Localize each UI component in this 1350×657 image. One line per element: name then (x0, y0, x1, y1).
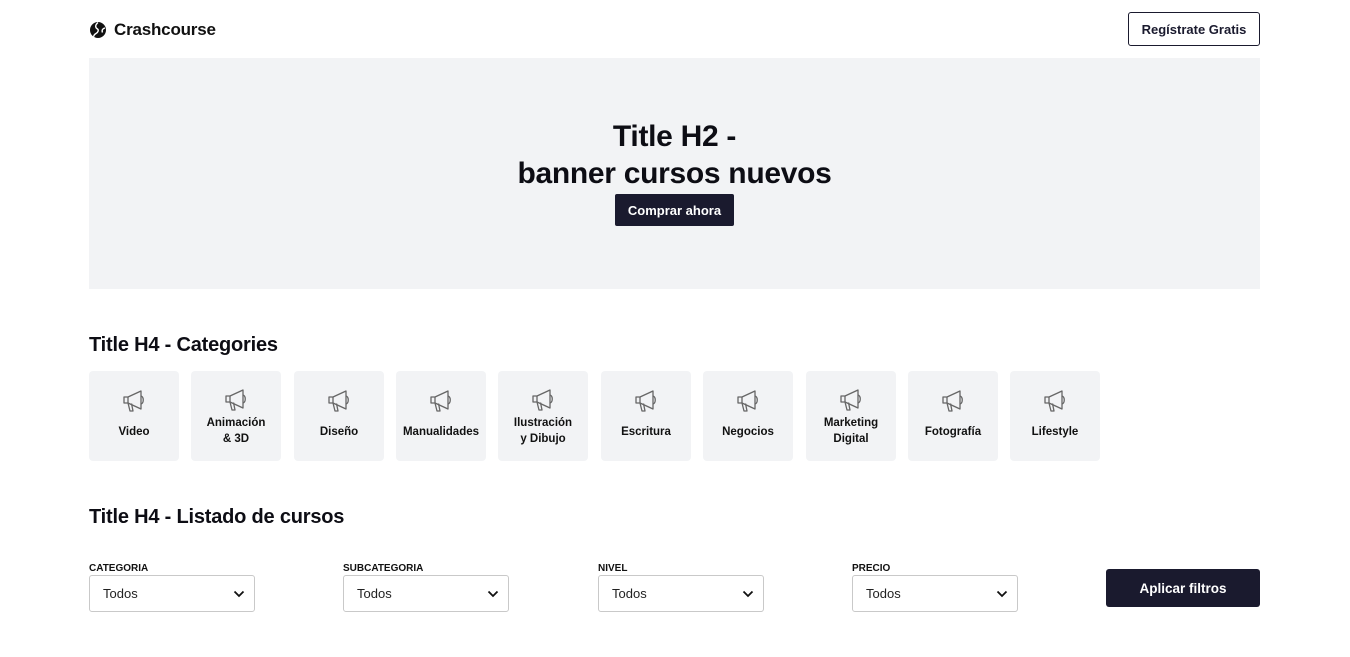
logo-text: Crashcourse (114, 20, 216, 39)
megaphone-icon (635, 390, 656, 412)
category-label-line-1: Escritura (621, 426, 671, 438)
category-label: Marketing Digital (824, 415, 878, 447)
category-label-line-1: Animación (206, 417, 266, 429)
filter-categoria: CATEGORIA Todos (89, 563, 255, 612)
category-card[interactable]: Video (89, 371, 179, 461)
chevron-down-icon (996, 590, 1008, 597)
category-label: Fotografía (925, 424, 981, 440)
megaphone-icon (840, 389, 861, 411)
buy-now-button[interactable]: Comprar ahora (615, 194, 734, 226)
filter-label: CATEGORIA (89, 563, 149, 574)
filter-label: NIVEL (598, 563, 628, 574)
category-label: Ilustración y Dibujo (514, 415, 572, 447)
category-card[interactable]: Lifestyle (1010, 371, 1100, 461)
chevron-down-icon (487, 590, 499, 597)
select-value: Todos (612, 586, 647, 601)
chevron-down-icon (233, 590, 245, 597)
category-label-line-1: Negocios (722, 426, 774, 438)
megaphone-icon (225, 389, 246, 411)
filter-precio: PRECIO Todos (852, 563, 1018, 612)
filter-label: PRECIO (852, 563, 891, 574)
category-label-line-1: Video (118, 426, 150, 438)
megaphone-icon (123, 390, 144, 412)
register-button[interactable]: Regístrate Gratis (1128, 12, 1260, 46)
category-card[interactable]: Manualidades (396, 371, 486, 461)
subcategoria-select[interactable]: Todos (343, 575, 509, 612)
categories-title: Title H4 - Categories (89, 334, 278, 356)
chevron-down-icon (742, 590, 754, 597)
megaphone-icon (737, 390, 758, 412)
filter-subcategoria: SUBCATEGORIA Todos (343, 563, 509, 612)
megaphone-icon (1044, 390, 1065, 412)
site-header: Crashcourse Regístrate Gratis (89, 12, 1260, 46)
category-label-line-1: Marketing (823, 417, 879, 429)
category-card[interactable]: Fotografía (908, 371, 998, 461)
category-label: Diseño (320, 424, 358, 440)
select-value: Todos (866, 586, 901, 601)
category-card[interactable]: Ilustración y Dibujo (498, 371, 588, 461)
apply-filters-button[interactable]: Aplicar filtros (1106, 569, 1260, 607)
megaphone-icon (328, 390, 349, 412)
courses-list-title: Title H4 - Listado de cursos (89, 506, 345, 528)
precio-select[interactable]: Todos (852, 575, 1018, 612)
category-label-line-2: y Dibujo (520, 433, 566, 445)
category-label: Manualidades (403, 424, 479, 440)
globe-icon (90, 21, 106, 38)
category-card[interactable]: Escritura (601, 371, 691, 461)
nivel-select[interactable]: Todos (598, 575, 764, 612)
category-label: Escritura (621, 424, 671, 440)
select-value: Todos (357, 586, 392, 601)
filter-label: SUBCATEGORIA (343, 563, 424, 574)
category-label-line-1: Ilustración (513, 417, 573, 429)
megaphone-icon (942, 390, 963, 412)
filter-nivel: NIVEL Todos (598, 563, 764, 612)
megaphone-icon (532, 389, 553, 411)
category-card[interactable]: Marketing Digital (806, 371, 896, 461)
category-label-line-2: & 3D (222, 433, 250, 445)
category-label-line-1: Diseño (319, 426, 359, 438)
category-card[interactable]: Animación & 3D (191, 371, 281, 461)
category-label-line-2: Digital (833, 433, 869, 445)
banner-title-line-2: banner cursos nuevos (517, 157, 832, 190)
category-label: Video (118, 424, 149, 440)
select-value: Todos (103, 586, 138, 601)
category-label-line-1: Manualidades (402, 426, 480, 438)
hero-banner: Title H2 - banner cursos nuevos Comprar … (89, 58, 1260, 289)
logo[interactable]: Crashcourse (89, 20, 216, 40)
categoria-select[interactable]: Todos (89, 575, 255, 612)
category-label-line-1: Fotografía (924, 426, 982, 438)
megaphone-icon (430, 390, 451, 412)
category-label-line-1: Lifestyle (1031, 426, 1079, 438)
category-label: Lifestyle (1032, 424, 1079, 440)
filters-bar: CATEGORIA Todos SUBCATEGORIA Todos NIVEL… (89, 563, 1260, 613)
banner-title: Title H2 - banner cursos nuevos (89, 118, 1260, 192)
category-card[interactable]: Diseño (294, 371, 384, 461)
category-card[interactable]: Negocios (703, 371, 793, 461)
category-label: Animación & 3D (207, 415, 266, 447)
banner-title-line-1: Title H2 - (612, 120, 737, 153)
category-label: Negocios (722, 424, 774, 440)
